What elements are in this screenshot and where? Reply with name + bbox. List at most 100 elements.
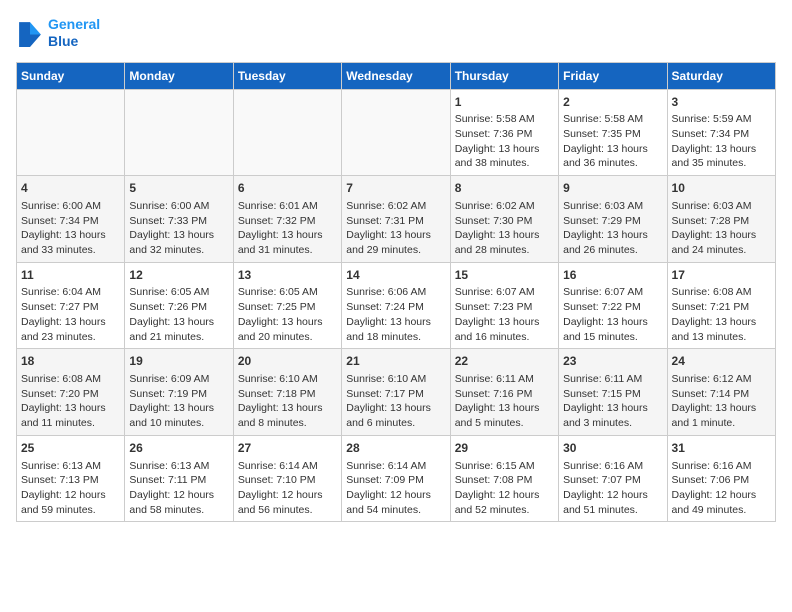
day-number: 1 [455, 94, 554, 111]
day-info: Sunrise: 6:08 AMSunset: 7:20 PMDaylight:… [21, 372, 120, 431]
calendar-day: 7 Sunrise: 6:02 AMSunset: 7:31 PMDaylight… [342, 176, 450, 263]
day-number: 2 [563, 94, 662, 111]
day-info: Sunrise: 6:16 AMSunset: 7:07 PMDaylight:… [563, 459, 662, 518]
day-number: 30 [563, 440, 662, 457]
day-number: 6 [238, 180, 337, 197]
day-number: 31 [672, 440, 771, 457]
calendar-table: SundayMondayTuesdayWednesdayThursdayFrid… [16, 62, 776, 523]
logo: General Blue [16, 16, 100, 50]
day-number: 22 [455, 353, 554, 370]
calendar-week-row: 11Sunrise: 6:04 AMSunset: 7:27 PMDayligh… [17, 262, 776, 349]
calendar-header-saturday: Saturday [667, 62, 775, 89]
calendar-header-sunday: Sunday [17, 62, 125, 89]
calendar-day: 21 Sunrise: 6:10 AMSunset: 7:17 PMDayligh… [342, 349, 450, 436]
day-number: 29 [455, 440, 554, 457]
day-number: 19 [129, 353, 228, 370]
calendar-day: 17Sunrise: 6:08 AMSunset: 7:21 PMDayligh… [667, 262, 775, 349]
day-number: 15 [455, 267, 554, 284]
calendar-day: 15Sunrise: 6:07 AMSunset: 7:23 PMDayligh… [450, 262, 558, 349]
day-number: 7 [346, 180, 445, 197]
calendar-header-friday: Friday [559, 62, 667, 89]
day-number: 9 [563, 180, 662, 197]
calendar-day: 18 Sunrise: 6:08 AMSunset: 7:20 PMDayligh… [17, 349, 125, 436]
day-info: Sunrise: 6:00 AMSunset: 7:33 PMDaylight:… [129, 199, 228, 258]
day-info: Sunrise: 6:05 AMSunset: 7:25 PMDaylight:… [238, 285, 337, 344]
day-info: Sunrise: 6:03 AMSunset: 7:29 PMDaylight:… [563, 199, 662, 258]
day-number: 27 [238, 440, 337, 457]
calendar-day: 24 Sunrise: 6:12 AMSunset: 7:14 PMDayligh… [667, 349, 775, 436]
logo-icon [16, 19, 44, 47]
calendar-day: 13Sunrise: 6:05 AMSunset: 7:25 PMDayligh… [233, 262, 341, 349]
day-number: 3 [672, 94, 771, 111]
calendar-day [233, 89, 341, 176]
day-info: Sunrise: 6:10 AMSunset: 7:18 PMDaylight:… [238, 372, 337, 431]
day-number: 21 [346, 353, 445, 370]
calendar-day: 10Sunrise: 6:03 AMSunset: 7:28 PMDayligh… [667, 176, 775, 263]
day-info: Sunrise: 6:06 AMSunset: 7:24 PMDaylight:… [346, 285, 445, 344]
calendar-day [342, 89, 450, 176]
calendar-day: 14Sunrise: 6:06 AMSunset: 7:24 PMDayligh… [342, 262, 450, 349]
day-info: Sunrise: 6:08 AMSunset: 7:21 PMDaylight:… [672, 285, 771, 344]
calendar-day: 6Sunrise: 6:01 AMSunset: 7:32 PMDaylight… [233, 176, 341, 263]
day-info: Sunrise: 6:04 AMSunset: 7:27 PMDaylight:… [21, 285, 120, 344]
calendar-week-row: 1Sunrise: 5:58 AMSunset: 7:36 PMDaylight… [17, 89, 776, 176]
calendar-header-monday: Monday [125, 62, 233, 89]
day-number: 13 [238, 267, 337, 284]
day-info: Sunrise: 6:10 AMSunset: 7:17 PMDaylight:… [346, 372, 445, 431]
calendar-day [17, 89, 125, 176]
calendar-day [125, 89, 233, 176]
day-info: Sunrise: 5:58 AMSunset: 7:36 PMDaylight:… [455, 112, 554, 171]
calendar-header-thursday: Thursday [450, 62, 558, 89]
day-info: Sunrise: 5:59 AMSunset: 7:34 PMDaylight:… [672, 112, 771, 171]
day-info: Sunrise: 5:58 AMSunset: 7:35 PMDaylight:… [563, 112, 662, 171]
day-number: 26 [129, 440, 228, 457]
calendar-day: 26Sunrise: 6:13 AMSunset: 7:11 PMDayligh… [125, 435, 233, 522]
calendar-day: 16Sunrise: 6:07 AMSunset: 7:22 PMDayligh… [559, 262, 667, 349]
calendar-day: 3Sunrise: 5:59 AMSunset: 7:34 PMDaylight… [667, 89, 775, 176]
calendar-day: 12Sunrise: 6:05 AMSunset: 7:26 PMDayligh… [125, 262, 233, 349]
calendar-day: 9 Sunrise: 6:03 AMSunset: 7:29 PMDaylight… [559, 176, 667, 263]
calendar-day: 30 Sunrise: 6:16 AMSunset: 7:07 PMDayligh… [559, 435, 667, 522]
calendar-day: 8 Sunrise: 6:02 AMSunset: 7:30 PMDaylight… [450, 176, 558, 263]
day-info: Sunrise: 6:07 AMSunset: 7:23 PMDaylight:… [455, 285, 554, 344]
day-info: Sunrise: 6:13 AMSunset: 7:13 PMDaylight:… [21, 459, 120, 518]
day-info: Sunrise: 6:14 AMSunset: 7:10 PMDaylight:… [238, 459, 337, 518]
day-number: 23 [563, 353, 662, 370]
calendar-day: 2Sunrise: 5:58 AMSunset: 7:35 PMDaylight… [559, 89, 667, 176]
day-number: 20 [238, 353, 337, 370]
day-info: Sunrise: 6:02 AMSunset: 7:31 PMDaylight:… [346, 199, 445, 258]
day-info: Sunrise: 6:05 AMSunset: 7:26 PMDaylight:… [129, 285, 228, 344]
calendar-week-row: 25 Sunrise: 6:13 AMSunset: 7:13 PMDayligh… [17, 435, 776, 522]
calendar-day: 11Sunrise: 6:04 AMSunset: 7:27 PMDayligh… [17, 262, 125, 349]
day-info: Sunrise: 6:16 AMSunset: 7:06 PMDaylight:… [672, 459, 771, 518]
calendar-day: 28Sunrise: 6:14 AMSunset: 7:09 PMDayligh… [342, 435, 450, 522]
calendar-header-row: SundayMondayTuesdayWednesdayThursdayFrid… [17, 62, 776, 89]
day-info: Sunrise: 6:02 AMSunset: 7:30 PMDaylight:… [455, 199, 554, 258]
day-info: Sunrise: 6:12 AMSunset: 7:14 PMDaylight:… [672, 372, 771, 431]
calendar-day: 4 Sunrise: 6:00 AMSunset: 7:34 PMDaylight… [17, 176, 125, 263]
calendar-day: 23 Sunrise: 6:11 AMSunset: 7:15 PMDayligh… [559, 349, 667, 436]
calendar-header-tuesday: Tuesday [233, 62, 341, 89]
day-number: 5 [129, 180, 228, 197]
day-number: 8 [455, 180, 554, 197]
day-info: Sunrise: 6:00 AMSunset: 7:34 PMDaylight:… [21, 199, 120, 258]
day-info: Sunrise: 6:11 AMSunset: 7:15 PMDaylight:… [563, 372, 662, 431]
day-info: Sunrise: 6:15 AMSunset: 7:08 PMDaylight:… [455, 459, 554, 518]
day-number: 17 [672, 267, 771, 284]
day-number: 14 [346, 267, 445, 284]
page-header: General Blue [16, 16, 776, 50]
day-number: 18 [21, 353, 120, 370]
logo-text: General Blue [48, 16, 100, 50]
day-number: 16 [563, 267, 662, 284]
day-number: 4 [21, 180, 120, 197]
day-info: Sunrise: 6:03 AMSunset: 7:28 PMDaylight:… [672, 199, 771, 258]
day-number: 24 [672, 353, 771, 370]
day-info: Sunrise: 6:07 AMSunset: 7:22 PMDaylight:… [563, 285, 662, 344]
calendar-day: 20 Sunrise: 6:10 AMSunset: 7:18 PMDayligh… [233, 349, 341, 436]
day-number: 25 [21, 440, 120, 457]
calendar-day: 31 Sunrise: 6:16 AMSunset: 7:06 PMDayligh… [667, 435, 775, 522]
day-info: Sunrise: 6:14 AMSunset: 7:09 PMDaylight:… [346, 459, 445, 518]
calendar-week-row: 18 Sunrise: 6:08 AMSunset: 7:20 PMDayligh… [17, 349, 776, 436]
day-info: Sunrise: 6:09 AMSunset: 7:19 PMDaylight:… [129, 372, 228, 431]
calendar-day: 5 Sunrise: 6:00 AMSunset: 7:33 PMDaylight… [125, 176, 233, 263]
